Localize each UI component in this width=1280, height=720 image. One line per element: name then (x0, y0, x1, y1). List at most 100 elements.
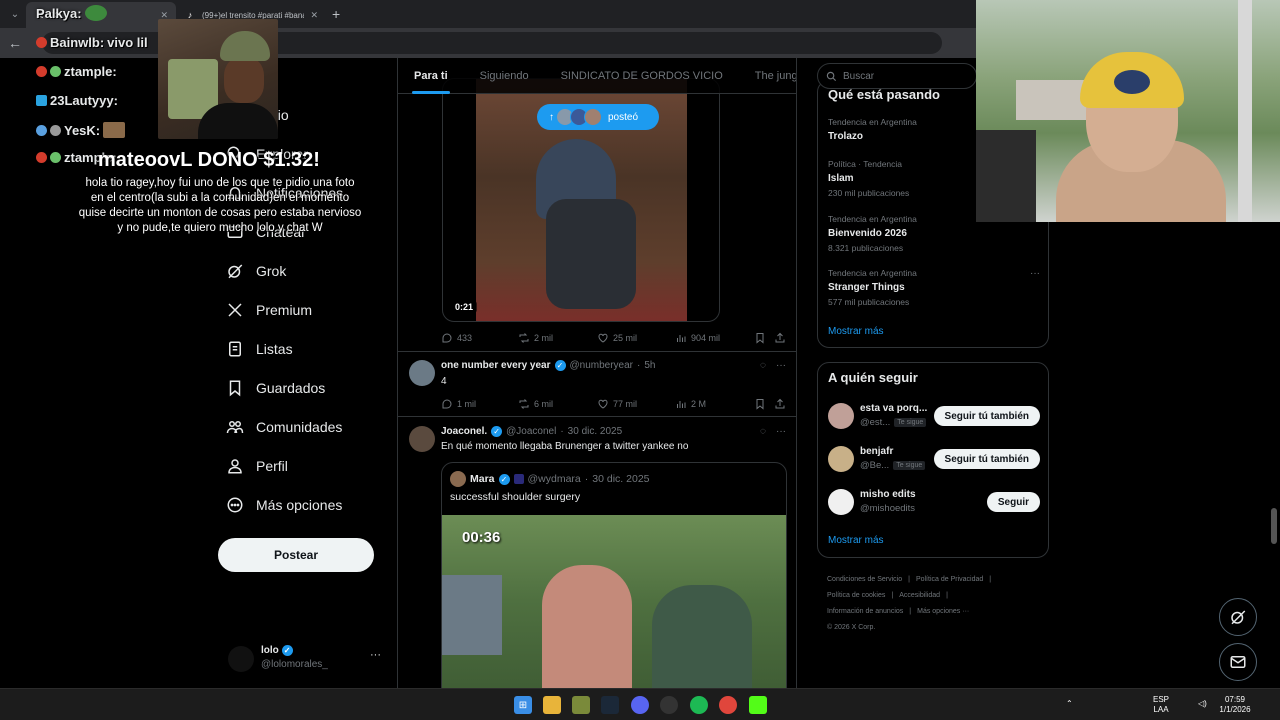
scrollbar-thumb[interactable] (1271, 508, 1277, 544)
list-icon (226, 340, 244, 358)
account-switcher[interactable]: lolo ✓ @lolomorales_ ··· (228, 644, 388, 674)
kick-icon[interactable] (749, 696, 767, 714)
footer-link[interactable]: Condiciones de Servicio (827, 576, 902, 583)
author-name[interactable]: one number every year (441, 360, 551, 371)
follow-suggestion[interactable]: misho edits @mishoedits Seguir (828, 485, 1040, 519)
chat-text: vivo lil (107, 35, 148, 50)
back-arrow-icon[interactable]: ← (8, 35, 22, 51)
quoted-post[interactable]: Mara ✓ @wydmara · 30 dic. 2025 successfu… (441, 462, 787, 688)
author-handle[interactable]: @numberyear (570, 360, 634, 371)
footer-link[interactable]: Accesibilidad (899, 592, 940, 599)
footer-link[interactable]: Política de cookies (827, 592, 885, 599)
reply-button[interactable]: 433 (441, 332, 472, 344)
communities-icon (226, 418, 244, 436)
discord-icon[interactable] (631, 696, 649, 714)
nav-premium[interactable]: Premium (226, 301, 312, 319)
share-button[interactable] (774, 332, 786, 344)
avatar[interactable] (409, 426, 435, 452)
donation-image-face (224, 57, 264, 103)
quote-video[interactable]: 00:36 (442, 515, 786, 688)
trend-item[interactable]: Tendencia en Argentina Stranger Things 5… (828, 268, 1040, 307)
badge-icon (50, 66, 61, 77)
avatar (584, 108, 602, 126)
bookmark-button[interactable] (754, 332, 766, 344)
spotify-icon[interactable] (690, 696, 708, 714)
footer-link[interactable]: Política de Privacidad (916, 576, 983, 583)
speaker-icon[interactable]: ◁) (1198, 699, 1207, 709)
obs-icon[interactable] (660, 696, 678, 714)
person-icon (226, 457, 244, 475)
quote-author-name: Mara (470, 473, 495, 485)
more-icon[interactable]: ··· (776, 360, 786, 371)
chevron-up-icon[interactable]: ⌃ (1066, 699, 1073, 709)
folder-icon[interactable] (543, 696, 561, 714)
like-count: 77 mil (613, 399, 638, 409)
post-time[interactable]: 5h (644, 360, 655, 371)
repost-button[interactable]: 6 mil (518, 398, 553, 410)
repost-count: 6 mil (534, 399, 554, 409)
like-button[interactable]: 77 mil (597, 398, 637, 410)
chat-user: YesK: (64, 122, 101, 138)
nav-profile[interactable]: Perfil (226, 457, 288, 475)
webcam-overlay (976, 0, 1280, 222)
nav-bookmarks[interactable]: Guardados (226, 379, 325, 397)
follow-suggestion[interactable]: esta va porq... @est... Te sigue Seguir t… (828, 399, 1040, 433)
close-icon[interactable]: ✕ (310, 10, 318, 21)
grok-button[interactable] (1219, 598, 1257, 636)
repost-button[interactable]: 2 mil (518, 332, 553, 344)
post-button[interactable]: Postear (218, 538, 374, 572)
nav-lists[interactable]: Listas (226, 340, 293, 358)
tab-list-jungle[interactable]: The jungle (739, 58, 796, 94)
grok-icon[interactable]: ◌ (760, 360, 766, 371)
author-handle[interactable]: @Joaconel (506, 426, 556, 437)
start-icon[interactable]: ⊞ (514, 696, 532, 714)
messages-button[interactable] (1219, 643, 1257, 681)
reply-count: 433 (457, 333, 473, 343)
more-icon[interactable]: ··· (370, 649, 381, 661)
follow-back-button[interactable]: Seguir tú también (933, 406, 1040, 426)
footer-separator: | (989, 576, 992, 583)
like-button[interactable]: 25 mil (597, 332, 637, 344)
repost-icon (519, 399, 529, 409)
clock[interactable]: 07:59 1/1/2026 (1218, 695, 1252, 715)
app-icon[interactable] (572, 696, 590, 714)
quote-time: 30 dic. 2025 (592, 473, 650, 485)
new-tab-button[interactable]: + (332, 6, 340, 22)
tab-list-sindicato[interactable]: SINDICATO DE GORDOS VICIO (545, 58, 739, 94)
follow-back-button[interactable]: Seguir tú también (933, 449, 1040, 469)
tab-search-icon[interactable]: ⌄ (4, 3, 26, 25)
follow-suggestion[interactable]: benjafr @Be... Te sigue Seguir tú también (828, 442, 1040, 476)
steam-icon[interactable] (601, 696, 619, 714)
search-box[interactable]: Buscar (817, 63, 977, 89)
grok-icon[interactable]: ◌ (760, 426, 766, 437)
post-time[interactable]: 30 dic. 2025 (568, 426, 623, 437)
affiliate-badge-icon (513, 474, 524, 484)
tab-following[interactable]: Siguiendo (464, 58, 545, 94)
tab-for-you[interactable]: Para ti (398, 58, 464, 94)
reply-button[interactable]: 1 mil (441, 398, 476, 410)
views-button[interactable]: 2 M (675, 398, 706, 410)
more-circle-icon (226, 496, 244, 514)
nav-more-options[interactable]: Más opciones (226, 496, 342, 514)
share-button[interactable] (774, 398, 786, 410)
profile-name-text: lolo (261, 645, 279, 656)
pill-avatars (556, 108, 602, 126)
show-more-link[interactable]: Mostrar más (828, 326, 884, 337)
view-count: 904 mil (691, 333, 721, 343)
more-icon[interactable]: ··· (776, 426, 786, 437)
views-button[interactable]: 904 mil (675, 332, 720, 344)
nav-grok[interactable]: Grok (226, 262, 286, 280)
follow-name: misho edits (860, 489, 916, 500)
footer-link[interactable]: Más opciones ··· (917, 608, 969, 615)
nav-communities[interactable]: Comunidades (226, 418, 342, 436)
follow-button[interactable]: Seguir (986, 492, 1040, 512)
bookmark-button[interactable] (754, 398, 766, 410)
show-more-link[interactable]: Mostrar más (828, 535, 884, 546)
author-name[interactable]: Joaconel. (441, 426, 487, 437)
more-icon[interactable]: ··· (1030, 268, 1040, 279)
chrome-icon[interactable] (719, 696, 737, 714)
language-indicator[interactable]: ESP LAA (1153, 695, 1169, 715)
new-posts-pill[interactable]: ↑ posteó (537, 104, 659, 130)
footer-link[interactable]: Información de anuncios (827, 608, 903, 615)
avatar[interactable] (409, 360, 435, 386)
